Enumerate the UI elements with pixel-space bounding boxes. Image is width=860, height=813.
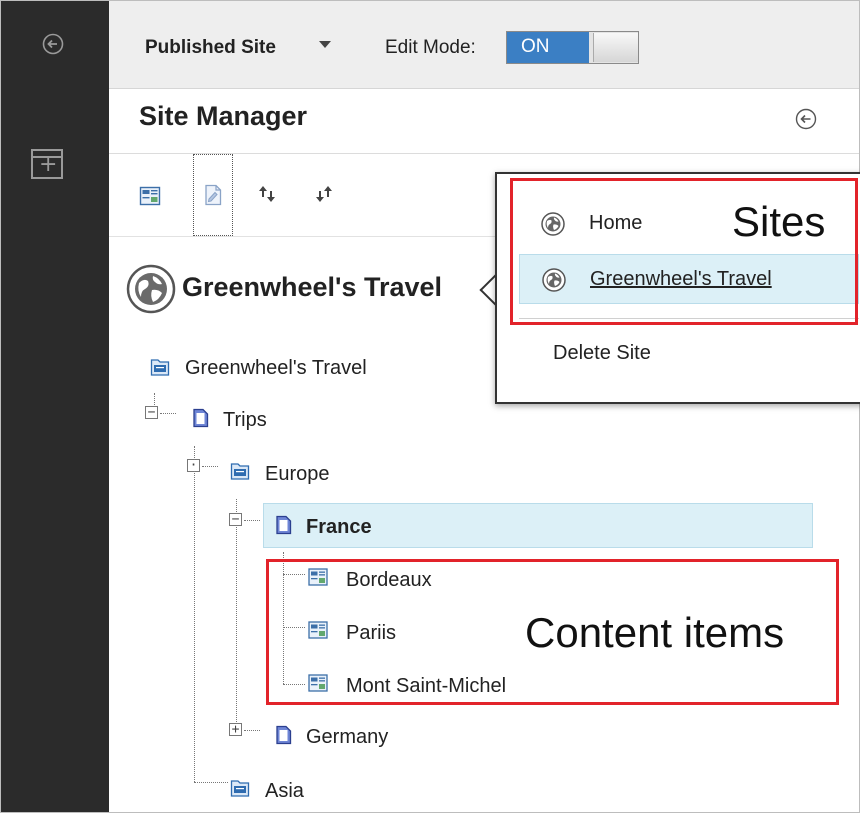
tree-node-europe[interactable]: Europe — [265, 463, 330, 486]
tree-connector — [244, 520, 260, 521]
left-rail: + — [1, 1, 109, 812]
content-folder-icon — [230, 463, 250, 480]
back-arrow-icon[interactable] — [42, 33, 64, 55]
edit-mode-toggle[interactable]: ON — [506, 31, 639, 64]
content-folder-icon — [230, 780, 250, 797]
delete-site-button[interactable]: Delete Site — [553, 342, 651, 365]
collapse-icon[interactable]: − — [145, 406, 158, 419]
tree-connector — [202, 466, 218, 467]
chevron-down-icon[interactable] — [319, 41, 331, 48]
globe-icon — [126, 264, 176, 314]
collapse-icon[interactable]: − — [229, 513, 242, 526]
tree-node-root[interactable]: Greenwheel's Travel — [185, 357, 367, 380]
tree-connector — [194, 782, 228, 783]
toggle-knob[interactable] — [593, 33, 638, 62]
top-toolbar: Published Site Edit Mode: ON — [109, 1, 859, 89]
tree-node-germany[interactable]: Germany — [306, 726, 388, 749]
page-title: Site Manager — [139, 101, 308, 131]
page-icon — [276, 725, 292, 745]
tree-connector — [236, 499, 237, 730]
sites-callout: Sites — [732, 198, 826, 245]
toggle-state: ON — [507, 32, 589, 63]
edit-mode-label: Edit Mode: — [385, 37, 476, 58]
content-item-icon[interactable] — [139, 185, 161, 207]
tree-connector — [194, 446, 195, 782]
move-up-icon[interactable] — [256, 183, 278, 205]
content-items-callout: Content items — [525, 609, 785, 656]
page-icon — [276, 515, 292, 535]
collapse-panel-icon[interactable] — [795, 108, 817, 130]
expand-collapse-icon[interactable]: · — [187, 459, 200, 472]
move-down-icon[interactable] — [313, 183, 335, 205]
site-selector[interactable]: Published Site — [145, 37, 276, 59]
expand-icon[interactable]: + — [229, 723, 242, 736]
current-site-name[interactable]: Greenwheel's Travel — [182, 272, 482, 303]
content-folder-icon — [150, 359, 170, 376]
add-panel-icon[interactable]: + — [31, 149, 63, 179]
tree-node-france[interactable]: France — [306, 516, 372, 539]
tree-connector — [244, 730, 260, 731]
tree-connector — [160, 413, 176, 414]
page-icon[interactable] — [202, 184, 224, 206]
page-icon — [193, 408, 209, 428]
tree-node-asia[interactable]: Asia — [265, 780, 304, 803]
tree-node-trips[interactable]: Trips — [223, 409, 267, 432]
